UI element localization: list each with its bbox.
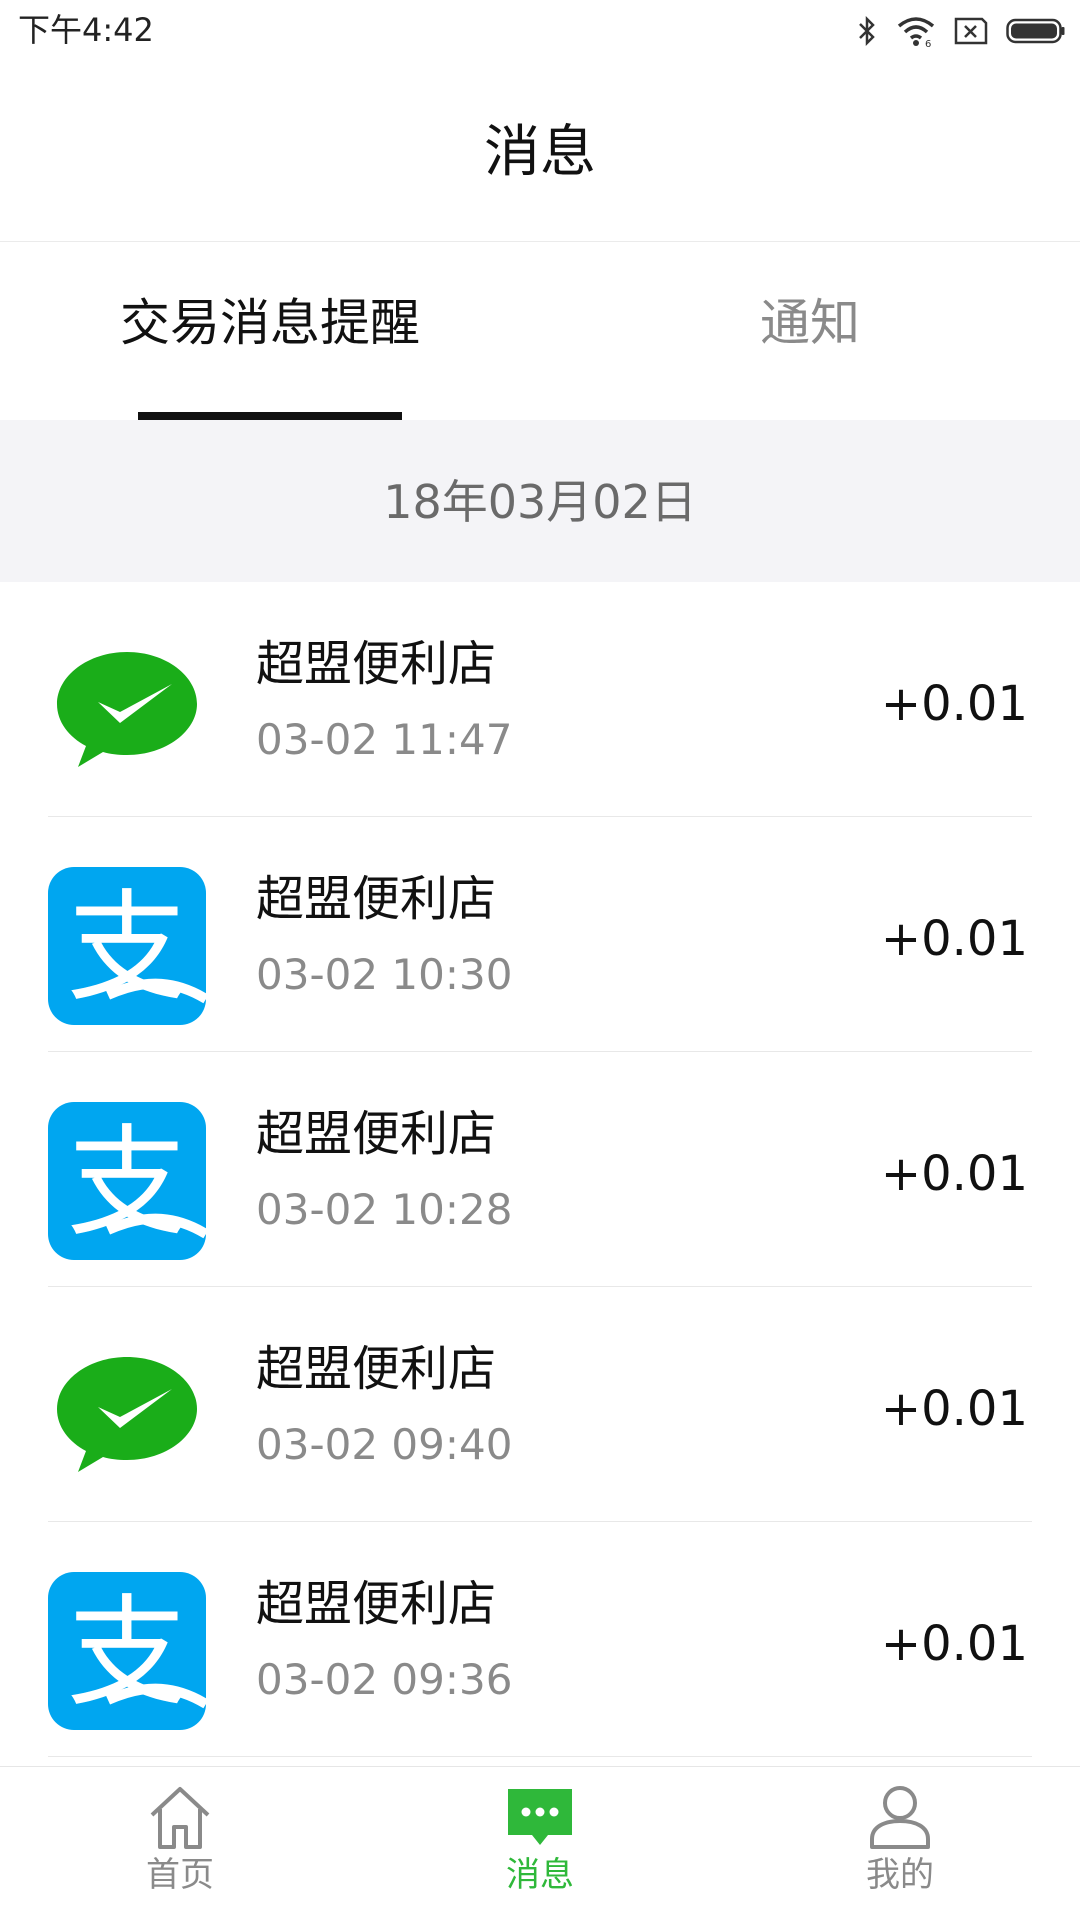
transaction-amount: +0.01 — [880, 911, 1028, 967]
battery-icon — [1006, 18, 1065, 44]
nav-messages-label: 消息 — [506, 1855, 574, 1895]
wechat-pay-icon — [57, 652, 197, 767]
transaction-list: 超盟便利店 03-02 11:47 +0.01 支 超盟便利店 03-02 10… — [0, 582, 1080, 1757]
svg-text:支: 支 — [67, 1584, 187, 1723]
nav-mine[interactable]: 我的 — [830, 1781, 970, 1911]
alipay-icon: 支 — [48, 1572, 206, 1730]
svg-text:支: 支 — [67, 879, 187, 1018]
wechat-pay-icon — [57, 1357, 197, 1472]
merchant-name: 超盟便利店 — [256, 1341, 497, 1397]
merchant-name: 超盟便利店 — [256, 1576, 497, 1632]
status-icons: 6 — [856, 12, 1066, 50]
tab-notifications[interactable]: 通知 — [700, 230, 920, 408]
transaction-item[interactable]: 支 超盟便利店 03-02 09:36 +0.01 — [0, 1522, 1080, 1757]
transaction-item[interactable]: 支 超盟便利店 03-02 10:30 +0.01 — [0, 817, 1080, 1052]
date-section-header: 18年03月02日 — [0, 420, 1080, 582]
transaction-time: 03-02 09:36 — [256, 1655, 513, 1704]
status-time: 下午4:42 — [18, 11, 154, 49]
nav-home-label: 首页 — [146, 1855, 214, 1895]
user-icon — [870, 1786, 930, 1849]
merchant-name: 超盟便利店 — [256, 636, 497, 692]
transaction-time: 03-02 11:47 — [256, 715, 513, 764]
alipay-icon: 支 — [48, 1102, 206, 1260]
transaction-time: 03-02 09:40 — [256, 1420, 513, 1469]
status-bar: 下午4:42 6 — [0, 0, 1080, 62]
message-icon — [508, 1789, 572, 1845]
page-title: 消息 — [484, 120, 596, 185]
transaction-item[interactable]: 超盟便利店 03-02 11:47 +0.01 — [0, 582, 1080, 817]
alipay-icon: 支 — [48, 867, 206, 1025]
tab-transaction-alerts[interactable]: 交易消息提醒 — [90, 230, 450, 408]
wifi-icon: 6 — [897, 17, 935, 47]
transaction-item[interactable]: 超盟便利店 03-02 09:40 +0.01 — [0, 1287, 1080, 1522]
nav-home[interactable]: 首页 — [110, 1781, 250, 1911]
transaction-amount: +0.01 — [880, 1616, 1028, 1672]
svg-text:6: 6 — [925, 39, 931, 47]
tab-bar: 交易消息提醒 通知 — [0, 242, 1080, 420]
merchant-name: 超盟便利店 — [256, 871, 497, 927]
transaction-amount: +0.01 — [880, 676, 1028, 732]
merchant-name: 超盟便利店 — [256, 1106, 497, 1162]
svg-text:支: 支 — [67, 1114, 187, 1253]
date-label: 18年03月02日 — [383, 475, 697, 529]
divider — [48, 1756, 1032, 1757]
transaction-item[interactable]: 支 超盟便利店 03-02 10:28 +0.01 — [0, 1052, 1080, 1287]
header: 消息 — [0, 62, 1080, 242]
active-tab-indicator — [138, 412, 402, 420]
bluetooth-icon — [859, 15, 875, 47]
transaction-amount: +0.01 — [880, 1146, 1028, 1202]
home-icon — [150, 1787, 210, 1849]
transaction-time: 03-02 10:30 — [256, 950, 513, 999]
nav-mine-label: 我的 — [866, 1855, 934, 1895]
sim-off-icon — [954, 17, 988, 45]
bottom-navigation: 首页 消息 我的 — [0, 1766, 1080, 1920]
nav-messages[interactable]: 消息 — [470, 1781, 610, 1911]
transaction-amount: +0.01 — [880, 1381, 1028, 1437]
transaction-time: 03-02 10:28 — [256, 1185, 513, 1234]
